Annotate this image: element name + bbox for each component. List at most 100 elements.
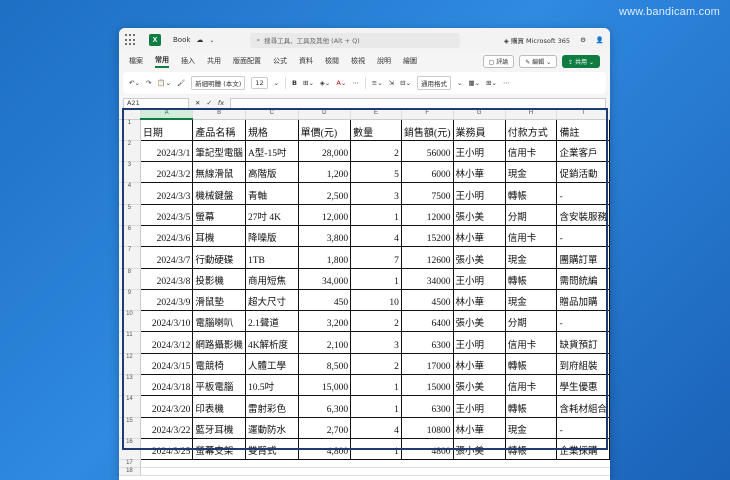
cell[interactable]: 張小美 bbox=[453, 438, 506, 461]
cell[interactable]: 4500 bbox=[401, 289, 454, 312]
cell[interactable]: 單價(元) bbox=[298, 119, 352, 141]
cell[interactable]: 4 bbox=[350, 225, 402, 248]
font-color-icon[interactable]: A⌄ bbox=[336, 79, 346, 87]
cell[interactable]: 轉帳 bbox=[505, 395, 558, 418]
cell[interactable]: 8,500 bbox=[298, 353, 352, 376]
cell[interactable]: 王小明 bbox=[453, 182, 506, 205]
row-header[interactable]: 9 bbox=[119, 289, 141, 312]
cell[interactable] bbox=[245, 459, 299, 469]
column-header[interactable]: A bbox=[140, 108, 194, 120]
cell[interactable]: 張小美 bbox=[453, 310, 506, 333]
cell[interactable]: 2,700 bbox=[298, 417, 352, 439]
tab-data[interactable]: 資料 bbox=[299, 56, 313, 66]
cell[interactable]: A型-15吋 bbox=[245, 140, 299, 163]
row-header[interactable]: 16 bbox=[119, 438, 141, 461]
cell[interactable]: 電競椅 bbox=[192, 353, 246, 376]
cell[interactable]: 團購訂單 bbox=[556, 246, 610, 269]
cell[interactable]: 15000 bbox=[401, 374, 454, 397]
insert-cells-icon[interactable]: ⊞⌄ bbox=[486, 79, 497, 87]
font-name-dropdown[interactable]: 新細明體 (本文) bbox=[191, 76, 246, 90]
cell[interactable]: 4K解析度 bbox=[245, 331, 299, 354]
cell[interactable]: 2 bbox=[350, 310, 402, 333]
tab-home[interactable]: 常用 bbox=[155, 55, 169, 68]
row-header[interactable]: 18 bbox=[119, 467, 141, 477]
cell[interactable]: 2024/3/25 bbox=[140, 438, 194, 461]
document-name[interactable]: Book bbox=[173, 36, 190, 44]
column-header[interactable]: G bbox=[453, 108, 506, 120]
column-header[interactable]: H bbox=[505, 108, 558, 120]
cell[interactable]: 2024/3/8 bbox=[140, 268, 194, 290]
cell[interactable]: 34000 bbox=[401, 268, 454, 290]
cell[interactable]: 含耗材組合 bbox=[556, 395, 610, 418]
cell[interactable]: 數量 bbox=[350, 119, 402, 141]
cell[interactable]: 17000 bbox=[401, 353, 454, 376]
cell[interactable] bbox=[350, 459, 402, 469]
cell[interactable]: 林小華 bbox=[453, 417, 506, 439]
cell[interactable]: 2024/3/20 bbox=[140, 395, 194, 418]
cell[interactable]: 27吋 4K bbox=[245, 204, 299, 226]
font-size-chevron-icon[interactable]: ⌄ bbox=[274, 79, 279, 87]
cell[interactable]: 企業客戶 bbox=[556, 140, 610, 163]
cell[interactable]: 2024/3/6 bbox=[140, 225, 194, 248]
cell[interactable]: 3 bbox=[350, 182, 402, 205]
cell[interactable]: 林小華 bbox=[453, 289, 506, 312]
cell[interactable]: 3,200 bbox=[298, 310, 352, 333]
cell[interactable]: 張小美 bbox=[453, 246, 506, 269]
cell[interactable]: 1 bbox=[350, 374, 402, 397]
cell[interactable]: 人體工學 bbox=[245, 353, 299, 376]
cell[interactable]: 信用卡 bbox=[505, 374, 558, 397]
cell[interactable]: 現金 bbox=[505, 161, 558, 184]
cell[interactable]: 10.5吋 bbox=[245, 374, 299, 397]
cell[interactable]: 王小明 bbox=[453, 331, 506, 354]
share-button[interactable]: ⇪ 共用 ⌄ bbox=[562, 54, 600, 68]
cell[interactable]: 2,100 bbox=[298, 331, 352, 354]
cell[interactable]: 2024/3/12 bbox=[140, 331, 194, 354]
cancel-icon[interactable]: ✕ bbox=[195, 99, 200, 107]
cell[interactable]: 張小美 bbox=[453, 204, 506, 226]
app-launcher-icon[interactable] bbox=[125, 34, 137, 46]
cell[interactable]: 12600 bbox=[401, 246, 454, 269]
cell[interactable] bbox=[245, 467, 299, 477]
cell[interactable]: 耳機 bbox=[192, 225, 246, 248]
fx-icon[interactable]: fx bbox=[218, 99, 224, 107]
row-header[interactable]: 10 bbox=[119, 310, 141, 333]
cell[interactable]: 轉帳 bbox=[505, 268, 558, 290]
cell[interactable]: - bbox=[556, 310, 610, 333]
cell[interactable]: 1,200 bbox=[298, 161, 352, 184]
tab-help[interactable]: 說明 bbox=[377, 56, 391, 66]
tab-review[interactable]: 檢閱 bbox=[325, 56, 339, 66]
cell[interactable]: 雙臂式 bbox=[245, 438, 299, 461]
cell[interactable]: 行動硬碟 bbox=[192, 246, 246, 269]
cell[interactable]: 筆記型電腦 bbox=[192, 140, 246, 163]
tab-insert[interactable]: 插入 bbox=[181, 56, 195, 66]
cell[interactable]: 34,000 bbox=[298, 268, 352, 290]
cell[interactable]: 贈品加購 bbox=[556, 289, 610, 312]
cell[interactable]: 5 bbox=[350, 161, 402, 184]
cell[interactable]: - bbox=[556, 225, 610, 248]
cell[interactable]: 企業採購 bbox=[556, 438, 610, 461]
chevron-down-icon[interactable]: ⌄ bbox=[209, 37, 214, 44]
cell[interactable]: 投影機 bbox=[192, 268, 246, 290]
cell[interactable] bbox=[140, 467, 193, 477]
cell[interactable]: 轉帳 bbox=[505, 438, 558, 461]
row-header[interactable]: 15 bbox=[119, 417, 141, 439]
cell[interactable] bbox=[453, 459, 506, 469]
cell[interactable]: 分期 bbox=[505, 310, 558, 333]
cell[interactable] bbox=[556, 459, 610, 469]
row-header[interactable]: 5 bbox=[119, 204, 141, 226]
number-format-dropdown[interactable]: 通用格式 bbox=[417, 76, 452, 90]
cell[interactable]: 商用短焦 bbox=[245, 268, 299, 290]
cell[interactable]: 產品名稱 bbox=[192, 119, 246, 141]
tab-draw[interactable]: 繪圖 bbox=[403, 56, 417, 66]
cell[interactable] bbox=[505, 467, 557, 477]
cell[interactable]: 運動防水 bbox=[245, 417, 299, 439]
cell[interactable]: 10800 bbox=[401, 417, 454, 439]
cell[interactable]: 日期 bbox=[140, 119, 194, 141]
column-header[interactable]: D bbox=[298, 108, 352, 120]
row-header[interactable]: 4 bbox=[119, 182, 141, 205]
cell[interactable]: 2024/3/2 bbox=[140, 161, 194, 184]
align-icon[interactable]: ≡⌄ bbox=[372, 79, 383, 87]
cell[interactable]: 1,800 bbox=[298, 246, 352, 269]
font-size-dropdown[interactable]: 12 bbox=[251, 77, 268, 89]
cell[interactable] bbox=[298, 467, 351, 477]
